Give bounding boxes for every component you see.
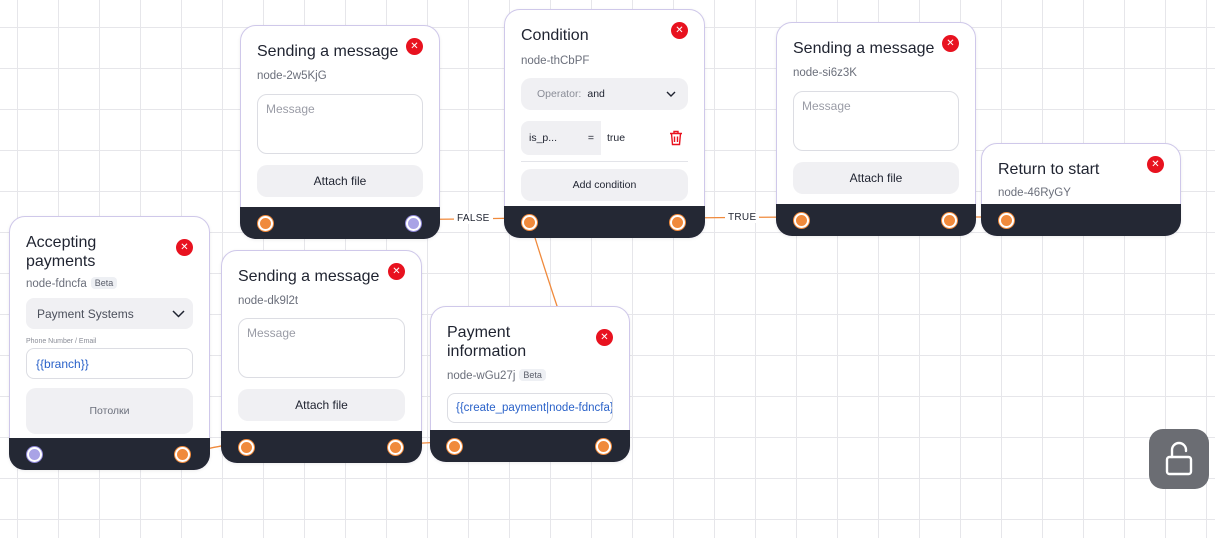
close-icon[interactable]: ✕	[406, 38, 423, 55]
operator-label: Operator:	[537, 88, 582, 100]
input-port[interactable]	[447, 439, 462, 454]
node-id: node-2w5KjG	[257, 70, 327, 82]
close-icon[interactable]: ✕	[1147, 156, 1164, 173]
beta-badge: Beta	[519, 369, 546, 381]
message-input[interactable]: Message	[257, 94, 423, 154]
node-footer	[9, 438, 210, 470]
node-id: node-wGu27j	[447, 370, 516, 382]
node-sending-message-2[interactable]: Sending a message ✕ node-si6z3K Message …	[776, 22, 976, 236]
node-id-row: node-wGu27j Beta	[447, 369, 613, 382]
node-title: Accepting payments	[26, 234, 97, 270]
lock-toggle-button[interactable]	[1149, 429, 1209, 489]
close-icon[interactable]: ✕	[671, 22, 688, 39]
node-payment-information[interactable]: Payment information ✕ node-wGu27j Beta {{…	[430, 306, 630, 462]
input-port[interactable]	[522, 215, 537, 230]
rule-value[interactable]: true	[601, 121, 664, 155]
node-footer	[776, 204, 976, 236]
node-title: Condition	[521, 27, 589, 44]
output-port[interactable]	[670, 215, 685, 230]
node-return-to-start[interactable]: Return to start ✕ node-46RyGY	[981, 143, 1181, 236]
node-id: node-si6z3K	[793, 67, 857, 79]
edge-label-true: TRUE	[725, 212, 760, 223]
message-input[interactable]: Message	[238, 318, 405, 378]
select-value: Payment Systems	[37, 306, 134, 321]
node-title: Payment information	[447, 324, 527, 360]
node-sending-message-3[interactable]: Sending a message ✕ node-dk9l2t Message …	[221, 250, 422, 463]
close-icon[interactable]: ✕	[388, 263, 405, 280]
node-condition[interactable]: Condition ✕ node-thCbPF Operator: and is…	[504, 9, 705, 238]
input-port[interactable]	[239, 440, 254, 455]
output-port[interactable]	[596, 439, 611, 454]
operator-select[interactable]: Operator: and	[521, 78, 688, 110]
rule-comparator[interactable]: =	[581, 121, 601, 155]
node-footer	[240, 207, 440, 239]
node-title: Return to start	[998, 161, 1100, 178]
input-port[interactable]	[999, 213, 1014, 228]
node-id: node-dk9l2t	[238, 295, 299, 307]
output-port[interactable]	[175, 447, 190, 462]
node-title: Sending a message	[257, 43, 399, 60]
node-footer	[981, 204, 1181, 236]
attach-file-button[interactable]: Attach file	[793, 162, 959, 194]
close-icon[interactable]: ✕	[596, 329, 613, 346]
node-footer	[221, 431, 422, 463]
output-port[interactable]	[942, 213, 957, 228]
payment-variable-input[interactable]: {{create_payment|node-fdncfa}}	[447, 393, 613, 423]
message-input[interactable]: Message	[793, 91, 959, 151]
node-sending-message-1[interactable]: Sending a message ✕ node-2w5KjG Message …	[240, 25, 440, 239]
output-port[interactable]	[406, 216, 421, 231]
node-id-row: node-fdncfa Beta	[26, 277, 193, 290]
node-id: node-fdncfa	[26, 278, 87, 290]
edge-label-false: FALSE	[454, 213, 493, 224]
payment-system-select[interactable]: Payment Systems	[26, 298, 193, 329]
node-title: Sending a message	[238, 268, 380, 285]
beta-badge: Beta	[90, 277, 118, 289]
field-label: Phone Number / Email	[26, 338, 97, 345]
attach-file-button[interactable]: Attach file	[238, 389, 405, 421]
field-value: {{create_payment|node-fdncfa}}	[456, 402, 613, 414]
input-port[interactable]	[27, 447, 42, 462]
field-value: {{branch}}	[36, 356, 89, 371]
close-icon[interactable]: ✕	[942, 35, 959, 52]
potolki-button[interactable]: Потолки	[26, 388, 193, 434]
node-title: Sending a message	[793, 40, 935, 57]
node-id: node-thCbPF	[521, 55, 590, 67]
close-icon[interactable]: ✕	[176, 239, 193, 256]
add-condition-button[interactable]: Add condition	[521, 169, 688, 201]
chevron-down-icon	[666, 91, 676, 97]
unlock-icon	[1164, 441, 1194, 477]
phone-email-input[interactable]: {{branch}}	[26, 348, 193, 379]
trash-icon[interactable]	[664, 130, 688, 146]
node-accepting-payments[interactable]: Accepting payments ✕ node-fdncfa Beta Pay…	[9, 216, 210, 470]
node-footer	[504, 206, 705, 238]
output-port[interactable]	[388, 440, 403, 455]
chevron-down-icon	[172, 309, 185, 318]
input-port[interactable]	[794, 213, 809, 228]
node-footer	[430, 430, 630, 462]
attach-file-button[interactable]: Attach file	[257, 165, 423, 197]
input-port[interactable]	[258, 216, 273, 231]
rule-variable[interactable]: is_p...	[521, 121, 581, 155]
divider	[521, 161, 688, 162]
operator-value: and	[587, 88, 605, 100]
condition-rule[interactable]: is_p... = true	[521, 121, 688, 155]
node-id: node-46RyGY	[998, 187, 1071, 199]
